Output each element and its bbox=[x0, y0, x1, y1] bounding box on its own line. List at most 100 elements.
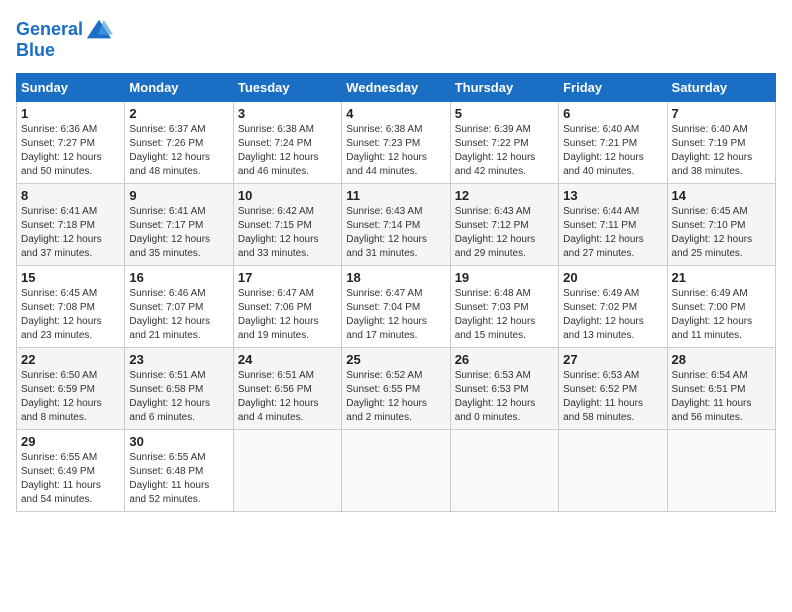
day-number: 20 bbox=[563, 270, 662, 285]
day-number: 13 bbox=[563, 188, 662, 203]
calendar-cell: 29 Sunrise: 6:55 AM Sunset: 6:49 PM Dayli… bbox=[17, 430, 125, 512]
calendar-cell: 27 Sunrise: 6:53 AM Sunset: 6:52 PM Dayli… bbox=[559, 348, 667, 430]
day-info: Sunrise: 6:54 AM Sunset: 6:51 PM Dayligh… bbox=[672, 369, 771, 425]
calendar-cell: 7Sunrise: 6:40 AM Sunset: 7:19 PM Daylig… bbox=[667, 102, 775, 184]
calendar-cell: 17Sunrise: 6:47 AM Sunset: 7:06 PM Dayli… bbox=[233, 266, 341, 348]
day-info: Sunrise: 6:44 AM Sunset: 7:11 PM Dayligh… bbox=[563, 205, 662, 261]
day-number: 19 bbox=[455, 270, 554, 285]
calendar-cell: 24Sunrise: 6:51 AM Sunset: 6:56 PM Dayli… bbox=[233, 348, 341, 430]
day-number: 5 bbox=[455, 106, 554, 121]
calendar-cell: 8 Sunrise: 6:41 AM Sunset: 7:18 PM Daylig… bbox=[17, 184, 125, 266]
day-info: Sunrise: 6:38 AM Sunset: 7:23 PM Dayligh… bbox=[346, 123, 445, 179]
day-number: 22 bbox=[21, 352, 120, 367]
day-number: 7 bbox=[672, 106, 771, 121]
weekday-header-saturday: Saturday bbox=[667, 74, 775, 102]
day-number: 6 bbox=[563, 106, 662, 121]
calendar-cell: 13 Sunrise: 6:44 AM Sunset: 7:11 PM Dayli… bbox=[559, 184, 667, 266]
day-number: 25 bbox=[346, 352, 445, 367]
day-info: Sunrise: 6:51 AM Sunset: 6:56 PM Dayligh… bbox=[238, 369, 337, 425]
day-number: 23 bbox=[129, 352, 228, 367]
calendar-cell: 15 Sunrise: 6:45 AM Sunset: 7:08 PM Dayli… bbox=[17, 266, 125, 348]
day-number: 14 bbox=[672, 188, 771, 203]
day-info: Sunrise: 6:55 AM Sunset: 6:49 PM Dayligh… bbox=[21, 451, 120, 507]
calendar-week-5: 29 Sunrise: 6:55 AM Sunset: 6:49 PM Dayli… bbox=[17, 430, 776, 512]
calendar-cell: 16Sunrise: 6:46 AM Sunset: 7:07 PM Dayli… bbox=[125, 266, 233, 348]
day-info: Sunrise: 6:52 AM Sunset: 6:55 PM Dayligh… bbox=[346, 369, 445, 425]
day-info: Sunrise: 6:53 AM Sunset: 6:52 PM Dayligh… bbox=[563, 369, 662, 425]
day-info: Sunrise: 6:45 AM Sunset: 7:08 PM Dayligh… bbox=[21, 287, 120, 343]
calendar-cell: 20 Sunrise: 6:49 AM Sunset: 7:02 PM Dayli… bbox=[559, 266, 667, 348]
day-info: Sunrise: 6:39 AM Sunset: 7:22 PM Dayligh… bbox=[455, 123, 554, 179]
calendar-cell: 26 Sunrise: 6:53 AM Sunset: 6:53 PM Dayli… bbox=[450, 348, 558, 430]
calendar-cell: 2Sunrise: 6:37 AM Sunset: 7:26 PM Daylig… bbox=[125, 102, 233, 184]
day-info: Sunrise: 6:50 AM Sunset: 6:59 PM Dayligh… bbox=[21, 369, 120, 425]
day-info: Sunrise: 6:55 AM Sunset: 6:48 PM Dayligh… bbox=[129, 451, 228, 507]
day-info: Sunrise: 6:48 AM Sunset: 7:03 PM Dayligh… bbox=[455, 287, 554, 343]
day-number: 21 bbox=[672, 270, 771, 285]
calendar-cell bbox=[450, 430, 558, 512]
day-info: Sunrise: 6:41 AM Sunset: 7:18 PM Dayligh… bbox=[21, 205, 120, 261]
calendar-cell: 22 Sunrise: 6:50 AM Sunset: 6:59 PM Dayli… bbox=[17, 348, 125, 430]
day-info: Sunrise: 6:53 AM Sunset: 6:53 PM Dayligh… bbox=[455, 369, 554, 425]
calendar-cell: 1Sunrise: 6:36 AM Sunset: 7:27 PM Daylig… bbox=[17, 102, 125, 184]
weekday-header-wednesday: Wednesday bbox=[342, 74, 450, 102]
calendar-cell: 18Sunrise: 6:47 AM Sunset: 7:04 PM Dayli… bbox=[342, 266, 450, 348]
calendar-cell: 23 Sunrise: 6:51 AM Sunset: 6:58 PM Dayli… bbox=[125, 348, 233, 430]
calendar-table: SundayMondayTuesdayWednesdayThursdayFrid… bbox=[16, 73, 776, 512]
day-number: 3 bbox=[238, 106, 337, 121]
calendar-cell: 30 Sunrise: 6:55 AM Sunset: 6:48 PM Dayli… bbox=[125, 430, 233, 512]
calendar-body: 1Sunrise: 6:36 AM Sunset: 7:27 PM Daylig… bbox=[17, 102, 776, 512]
day-number: 4 bbox=[346, 106, 445, 121]
calendar-cell: 25 Sunrise: 6:52 AM Sunset: 6:55 PM Dayli… bbox=[342, 348, 450, 430]
calendar-cell bbox=[667, 430, 775, 512]
calendar-cell: 21 Sunrise: 6:49 AM Sunset: 7:00 PM Dayli… bbox=[667, 266, 775, 348]
day-number: 28 bbox=[672, 352, 771, 367]
calendar-cell: 14 Sunrise: 6:45 AM Sunset: 7:10 PM Dayli… bbox=[667, 184, 775, 266]
calendar-cell: 9Sunrise: 6:41 AM Sunset: 7:17 PM Daylig… bbox=[125, 184, 233, 266]
calendar-week-3: 15 Sunrise: 6:45 AM Sunset: 7:08 PM Dayli… bbox=[17, 266, 776, 348]
calendar-cell: 5 Sunrise: 6:39 AM Sunset: 7:22 PM Daylig… bbox=[450, 102, 558, 184]
calendar-cell bbox=[559, 430, 667, 512]
day-info: Sunrise: 6:42 AM Sunset: 7:15 PM Dayligh… bbox=[238, 205, 337, 261]
calendar-cell: 10Sunrise: 6:42 AM Sunset: 7:15 PM Dayli… bbox=[233, 184, 341, 266]
header: General Blue bbox=[16, 16, 776, 61]
day-info: Sunrise: 6:49 AM Sunset: 7:00 PM Dayligh… bbox=[672, 287, 771, 343]
calendar-cell bbox=[233, 430, 341, 512]
logo-text: General bbox=[16, 20, 83, 40]
day-info: Sunrise: 6:45 AM Sunset: 7:10 PM Dayligh… bbox=[672, 205, 771, 261]
day-info: Sunrise: 6:47 AM Sunset: 7:04 PM Dayligh… bbox=[346, 287, 445, 343]
weekday-header-thursday: Thursday bbox=[450, 74, 558, 102]
day-info: Sunrise: 6:43 AM Sunset: 7:12 PM Dayligh… bbox=[455, 205, 554, 261]
calendar-cell: 28 Sunrise: 6:54 AM Sunset: 6:51 PM Dayli… bbox=[667, 348, 775, 430]
weekday-header-sunday: Sunday bbox=[17, 74, 125, 102]
calendar-cell: 6 Sunrise: 6:40 AM Sunset: 7:21 PM Daylig… bbox=[559, 102, 667, 184]
day-number: 11 bbox=[346, 188, 445, 203]
day-number: 30 bbox=[129, 434, 228, 449]
calendar-cell: 11Sunrise: 6:43 AM Sunset: 7:14 PM Dayli… bbox=[342, 184, 450, 266]
calendar-cell: 4 Sunrise: 6:38 AM Sunset: 7:23 PM Daylig… bbox=[342, 102, 450, 184]
day-number: 27 bbox=[563, 352, 662, 367]
day-info: Sunrise: 6:37 AM Sunset: 7:26 PM Dayligh… bbox=[129, 123, 228, 179]
logo-icon bbox=[85, 16, 113, 44]
calendar-week-1: 1Sunrise: 6:36 AM Sunset: 7:27 PM Daylig… bbox=[17, 102, 776, 184]
day-info: Sunrise: 6:51 AM Sunset: 6:58 PM Dayligh… bbox=[129, 369, 228, 425]
day-info: Sunrise: 6:38 AM Sunset: 7:24 PM Dayligh… bbox=[238, 123, 337, 179]
calendar-week-4: 22 Sunrise: 6:50 AM Sunset: 6:59 PM Dayli… bbox=[17, 348, 776, 430]
day-info: Sunrise: 6:49 AM Sunset: 7:02 PM Dayligh… bbox=[563, 287, 662, 343]
calendar-week-2: 8 Sunrise: 6:41 AM Sunset: 7:18 PM Daylig… bbox=[17, 184, 776, 266]
day-number: 1 bbox=[21, 106, 120, 121]
day-info: Sunrise: 6:40 AM Sunset: 7:21 PM Dayligh… bbox=[563, 123, 662, 179]
day-number: 12 bbox=[455, 188, 554, 203]
day-number: 15 bbox=[21, 270, 120, 285]
day-info: Sunrise: 6:46 AM Sunset: 7:07 PM Dayligh… bbox=[129, 287, 228, 343]
day-number: 8 bbox=[21, 188, 120, 203]
day-number: 26 bbox=[455, 352, 554, 367]
weekday-header-monday: Monday bbox=[125, 74, 233, 102]
calendar-cell bbox=[342, 430, 450, 512]
day-number: 9 bbox=[129, 188, 228, 203]
day-info: Sunrise: 6:47 AM Sunset: 7:06 PM Dayligh… bbox=[238, 287, 337, 343]
calendar-header-row: SundayMondayTuesdayWednesdayThursdayFrid… bbox=[17, 74, 776, 102]
calendar-cell: 12 Sunrise: 6:43 AM Sunset: 7:12 PM Dayli… bbox=[450, 184, 558, 266]
weekday-header-tuesday: Tuesday bbox=[233, 74, 341, 102]
day-number: 29 bbox=[21, 434, 120, 449]
